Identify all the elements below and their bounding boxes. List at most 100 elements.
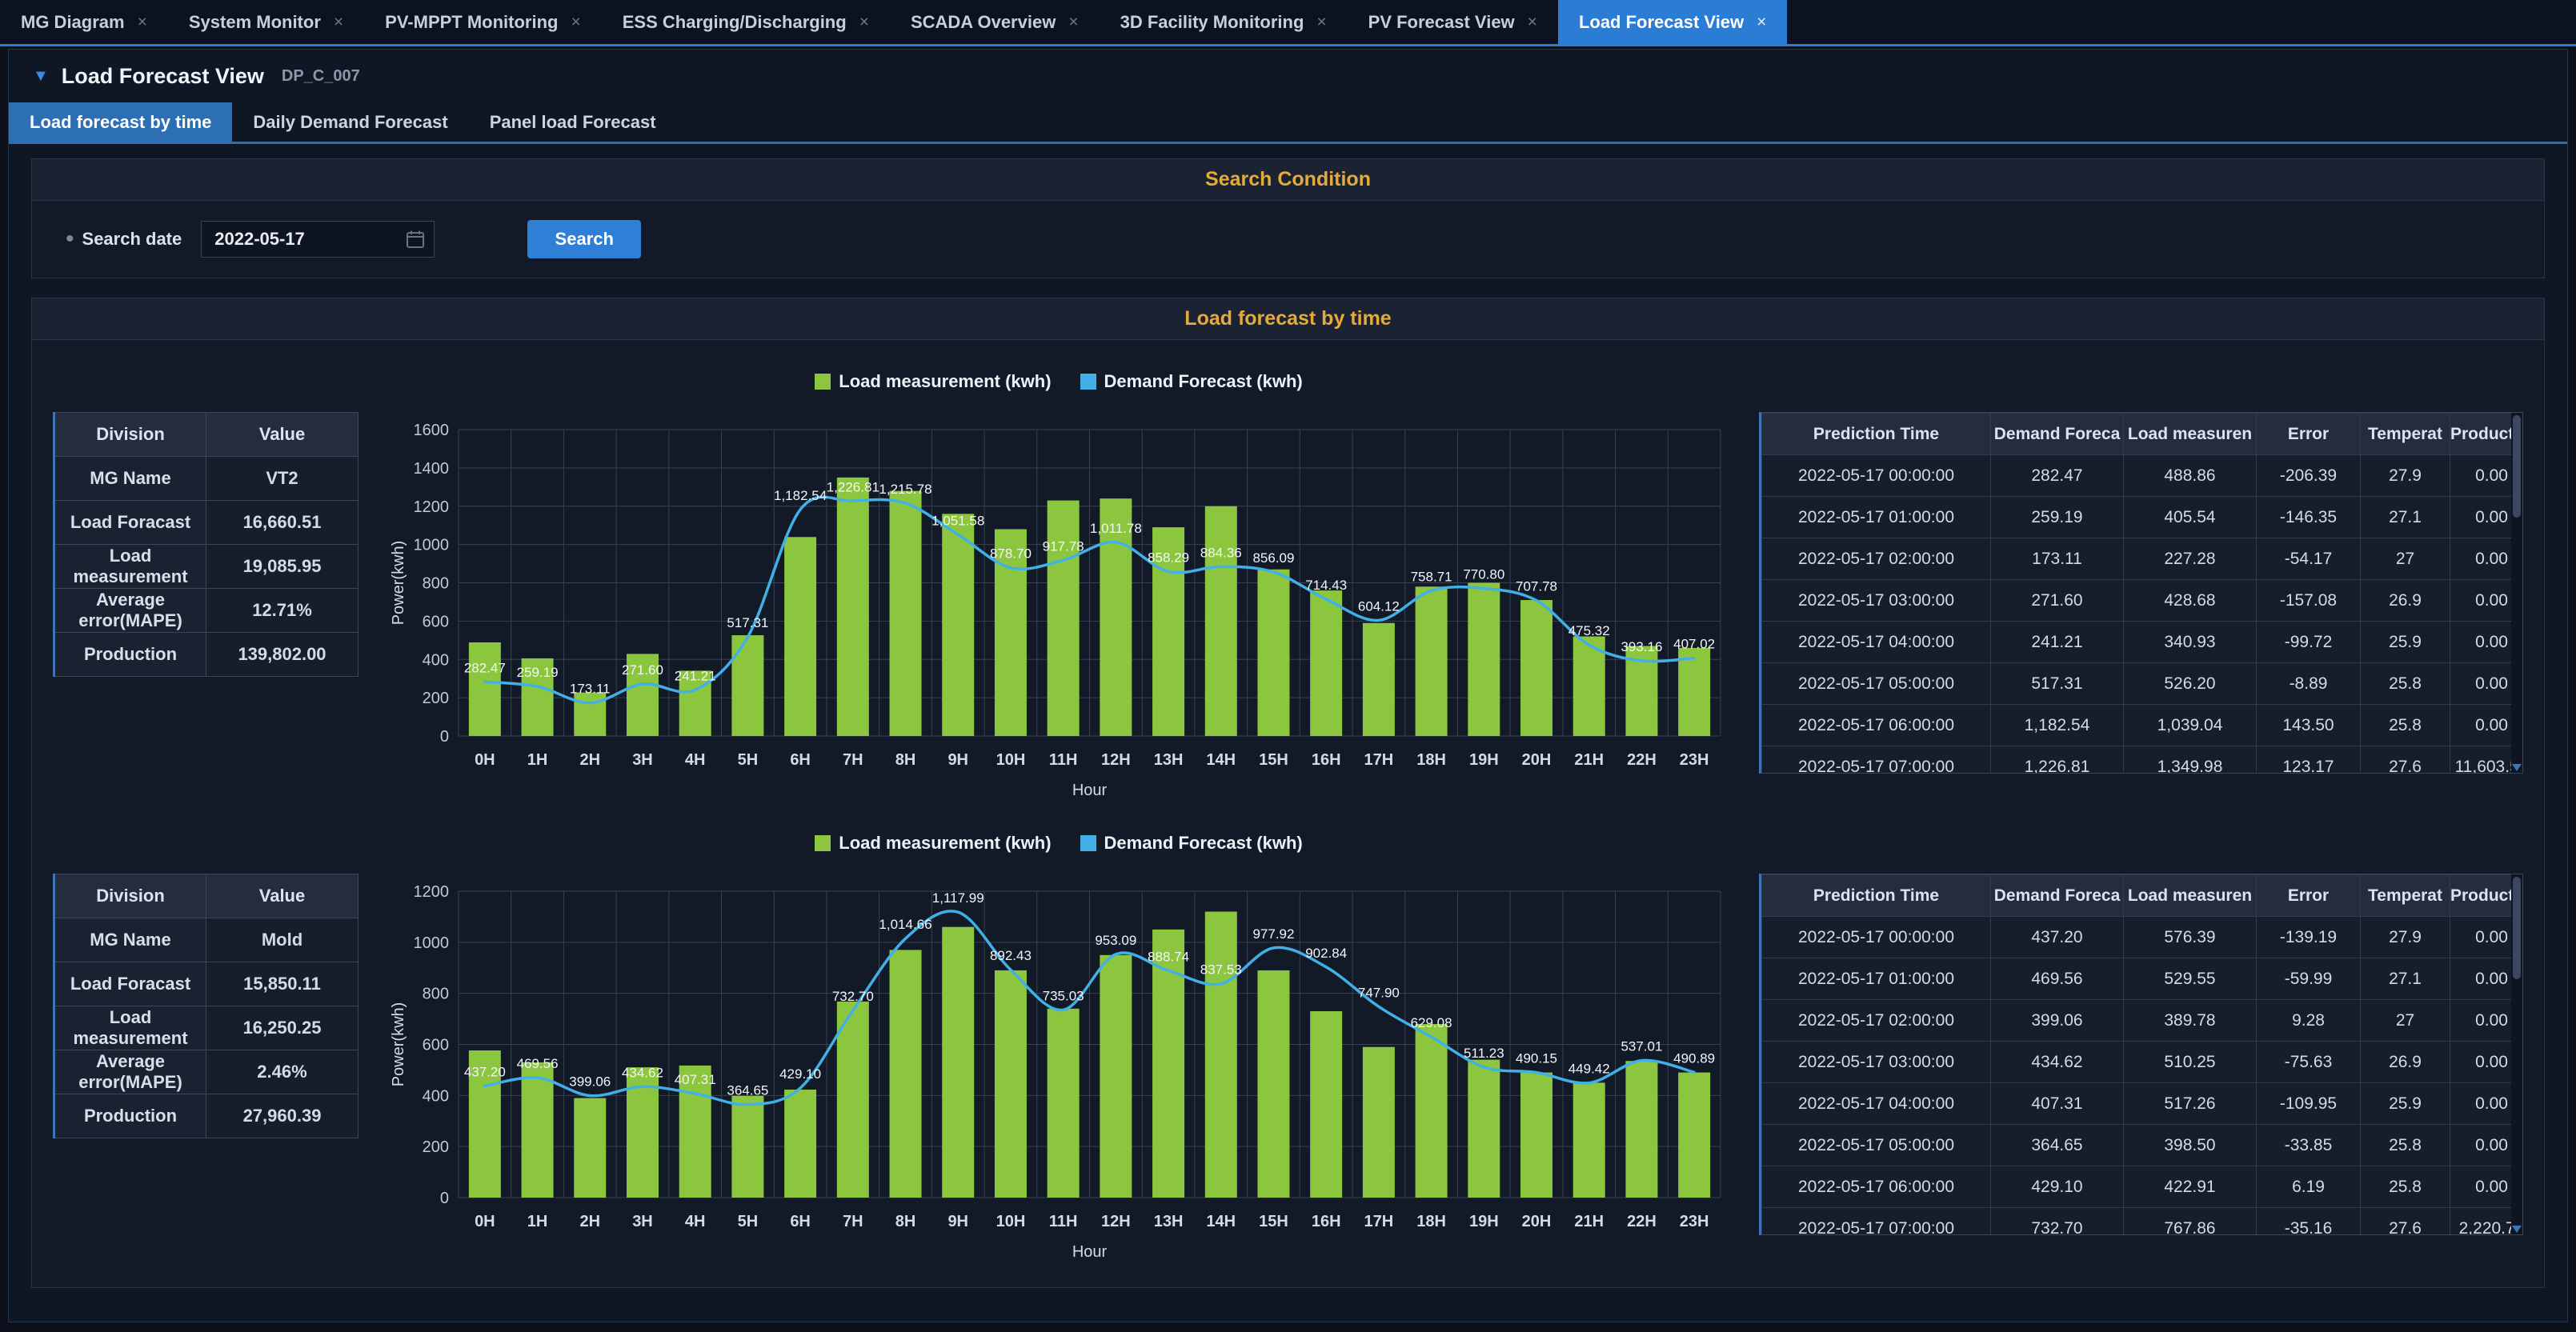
table-row[interactable]: 2022-05-17 03:00:00434.62510.25-75.6326.…	[1762, 1042, 2524, 1083]
table-row: Average error(MAPE)12.71%	[54, 589, 359, 633]
search-section-title: Search Condition	[1205, 168, 1371, 191]
table-cell: 19,085.95	[206, 545, 359, 589]
svg-text:1200: 1200	[414, 498, 450, 516]
column-header: Temperat	[2361, 875, 2450, 917]
table-cell: 271.60	[1991, 580, 2124, 622]
tab-close-icon[interactable]: ×	[1757, 13, 1766, 32]
table-row[interactable]: 2022-05-17 02:00:00399.06389.789.28270.0…	[1762, 1000, 2524, 1042]
scrollbar-2[interactable]	[2511, 874, 2522, 1234]
svg-text:537.01: 537.01	[1621, 1039, 1662, 1054]
svg-text:Hour: Hour	[1072, 1243, 1108, 1261]
main-panel: ▼ Load Forecast View DP_C_007 Load forec…	[8, 49, 2568, 1322]
svg-text:Power(kwh): Power(kwh)	[390, 1002, 407, 1087]
column-header: Prediction Time	[1762, 414, 1991, 455]
table-row: Load measurement16,250.25	[54, 1006, 359, 1050]
table-row[interactable]: 2022-05-17 06:00:001,182.541,039.04143.5…	[1762, 705, 2524, 746]
tab-system-monitor[interactable]: System Monitor×	[168, 0, 364, 44]
tab-close-icon[interactable]: ×	[1316, 13, 1326, 32]
table-row[interactable]: 2022-05-17 05:00:00517.31526.20-8.8925.8…	[1762, 663, 2524, 705]
svg-text:20H: 20H	[1522, 1213, 1552, 1230]
table-row[interactable]: 2022-05-17 01:00:00259.19405.54-146.3527…	[1762, 497, 2524, 538]
data-table-header-row: Prediction TimeDemand ForecaLoad measure…	[1762, 875, 2524, 917]
table-cell: 2022-05-17 00:00:00	[1762, 917, 1991, 958]
table-cell: 767.86	[2124, 1208, 2257, 1236]
legend-forecast: Demand Forecast (kwh)	[1080, 371, 1303, 392]
scrollbar-thumb[interactable]	[2513, 415, 2521, 518]
svg-text:271.60: 271.60	[622, 662, 663, 678]
table-row[interactable]: 2022-05-17 06:00:00429.10422.916.1925.80…	[1762, 1166, 2524, 1208]
table-row[interactable]: 2022-05-17 00:00:00282.47488.86-206.3927…	[1762, 455, 2524, 497]
column-header: Prediction Time	[1762, 875, 1991, 917]
tab-close-icon[interactable]: ×	[1528, 13, 1537, 32]
table-cell: 25.8	[2361, 1166, 2450, 1208]
tab-ess-charging-discharging[interactable]: ESS Charging/Discharging×	[602, 0, 890, 44]
table-cell: 241.21	[1991, 622, 2124, 663]
tab-mg-diagram[interactable]: MG Diagram×	[0, 0, 168, 44]
chart-row-1: DivisionValue MG NameVT2Load Foracast16,…	[53, 362, 2523, 805]
table-row[interactable]: 2022-05-17 00:00:00437.20576.39-139.1927…	[1762, 917, 2524, 958]
tab-scada-overview[interactable]: SCADA Overview×	[890, 0, 1100, 44]
table-cell: 143.50	[2257, 705, 2361, 746]
tab-load-forecast-view[interactable]: Load Forecast View×	[1558, 0, 1787, 44]
collapse-icon[interactable]: ▼	[33, 67, 49, 86]
table-cell: 2022-05-17 00:00:00	[1762, 455, 1991, 497]
svg-text:19H: 19H	[1469, 751, 1499, 769]
svg-text:7H: 7H	[843, 751, 863, 769]
table-row[interactable]: 2022-05-17 04:00:00241.21340.93-99.7225.…	[1762, 622, 2524, 663]
legend-forecast: Demand Forecast (kwh)	[1080, 833, 1303, 854]
table-row[interactable]: 2022-05-17 04:00:00407.31517.26-109.9525…	[1762, 1083, 2524, 1125]
scroll-down-icon[interactable]	[2512, 764, 2522, 771]
table-row: Load Foracast16,660.51	[54, 501, 359, 545]
tab-pv-forecast-view[interactable]: PV Forecast View×	[1348, 0, 1558, 44]
table-row[interactable]: 2022-05-17 01:00:00469.56529.55-59.9927.…	[1762, 958, 2524, 1000]
svg-text:1,117.99: 1,117.99	[932, 890, 984, 906]
subtab-load-forecast-by-time[interactable]: Load forecast by time	[9, 102, 232, 142]
svg-text:1H: 1H	[527, 751, 548, 769]
svg-text:511.23: 511.23	[1464, 1046, 1504, 1061]
table-cell: -139.19	[2257, 917, 2361, 958]
info-table-header-row: DivisionValue	[54, 874, 359, 918]
scroll-down-icon[interactable]	[2512, 1226, 2522, 1233]
table-row[interactable]: 2022-05-17 03:00:00271.60428.68-157.0826…	[1762, 580, 2524, 622]
column-header: Temperat	[2361, 414, 2450, 455]
load-forecast-chart-1: 020040060080010001200140016000H1H2H3H4H5…	[383, 401, 1735, 805]
device-id: DP_C_007	[282, 67, 360, 86]
subtab-daily-demand-forecast[interactable]: Daily Demand Forecast	[232, 102, 468, 142]
tab-pv-mppt-monitoring[interactable]: PV-MPPT Monitoring×	[364, 0, 602, 44]
legend-measurement-label: Load measurement (kwh)	[839, 833, 1051, 854]
svg-text:200: 200	[423, 1138, 449, 1156]
svg-text:9H: 9H	[947, 1213, 968, 1230]
table-row[interactable]: 2022-05-17 07:00:00732.70767.86-35.1627.…	[1762, 1208, 2524, 1236]
search-button[interactable]: Search	[527, 220, 641, 258]
table-row[interactable]: 2022-05-17 07:00:001,226.811,349.98123.1…	[1762, 746, 2524, 774]
tab-close-icon[interactable]: ×	[1068, 13, 1078, 32]
svg-text:800: 800	[423, 986, 449, 1003]
table-cell: MG Name	[54, 918, 206, 962]
subtab-panel-load-forecast[interactable]: Panel load Forecast	[469, 102, 677, 142]
table-row[interactable]: 2022-05-17 02:00:00173.11227.28-54.17270…	[1762, 538, 2524, 580]
tab-bar: MG Diagram×System Monitor×PV-MPPT Monito…	[0, 0, 2576, 46]
scrollbar-1[interactable]	[2511, 413, 2522, 773]
tab-close-icon[interactable]: ×	[571, 13, 580, 32]
table-cell: -99.72	[2257, 622, 2361, 663]
calendar-icon[interactable]	[406, 230, 425, 249]
svg-text:878.70: 878.70	[990, 546, 1032, 562]
svg-text:241.21: 241.21	[675, 668, 716, 683]
scrollbar-thumb[interactable]	[2513, 877, 2521, 979]
svg-text:400: 400	[423, 1087, 449, 1105]
table-cell: 422.91	[2124, 1166, 2257, 1208]
tab-3d-facility-monitoring[interactable]: 3D Facility Monitoring×	[1100, 0, 1348, 44]
table-row[interactable]: 2022-05-17 05:00:00364.65398.50-33.8525.…	[1762, 1125, 2524, 1166]
svg-text:714.43: 714.43	[1305, 578, 1347, 593]
svg-text:800: 800	[423, 575, 449, 593]
table-cell: 434.62	[1991, 1042, 2124, 1083]
table-cell: 2022-05-17 07:00:00	[1762, 746, 1991, 774]
tab-close-icon[interactable]: ×	[334, 13, 343, 32]
subtab-label: Panel load Forecast	[490, 112, 656, 133]
tab-close-icon[interactable]: ×	[859, 13, 869, 32]
tab-close-icon[interactable]: ×	[138, 13, 147, 32]
svg-text:399.06: 399.06	[569, 1074, 611, 1090]
search-date-input[interactable]	[201, 221, 435, 258]
svg-text:10H: 10H	[996, 751, 1026, 769]
search-section: Search Condition • Search date	[31, 158, 2545, 278]
